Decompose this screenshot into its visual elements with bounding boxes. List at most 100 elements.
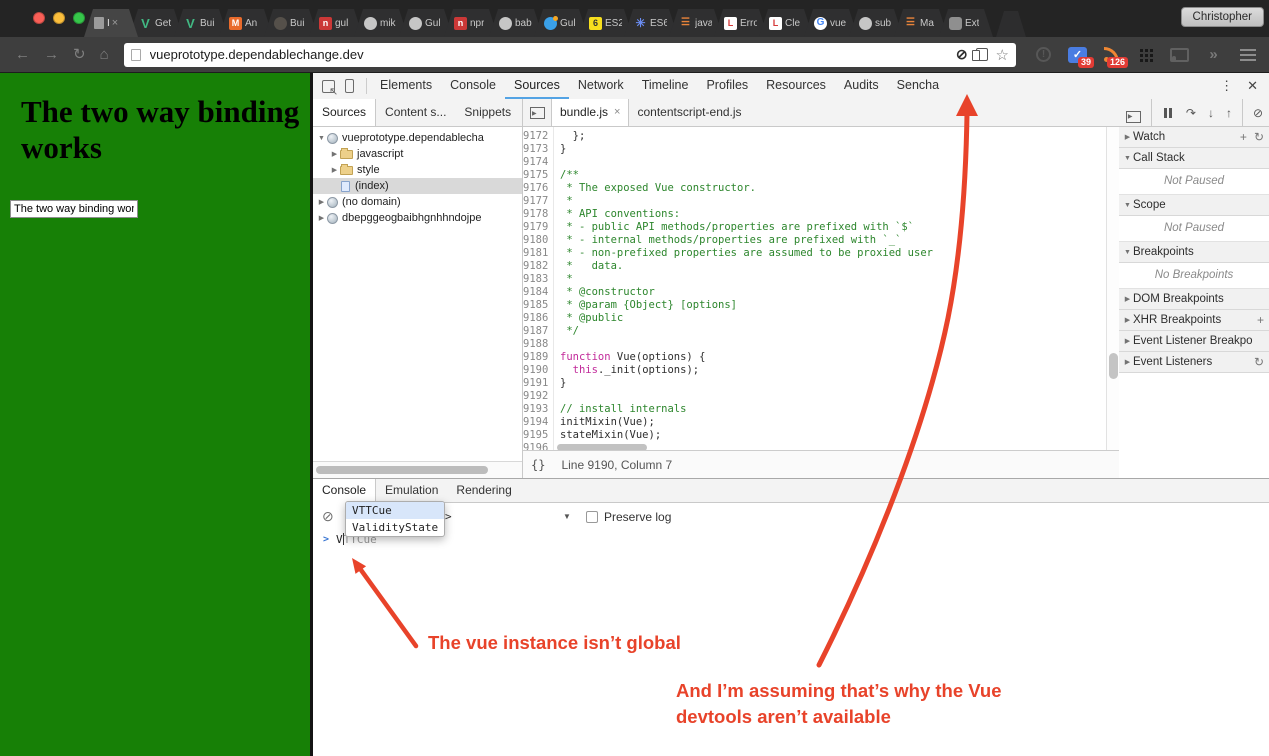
cast-icon[interactable] xyxy=(1170,47,1189,62)
vue-devtools-disabled-icon[interactable]: ⊘ xyxy=(956,46,968,63)
overflow-chevrons-icon[interactable]: » xyxy=(1209,46,1217,63)
devices-icon[interactable] xyxy=(971,48,988,61)
devtools-close-icon[interactable]: ✕ xyxy=(1247,78,1258,94)
browser-tab[interactable]: bab xyxy=(489,9,543,37)
preserve-log-option[interactable]: Preserve log xyxy=(586,510,671,524)
pane-header-breakpoints[interactable]: ▼ Breakpoints xyxy=(1119,242,1269,263)
browser-tab[interactable]: Gvue xyxy=(804,9,858,37)
browser-tab[interactable]: sub xyxy=(849,9,903,37)
device-mode-icon[interactable] xyxy=(345,79,354,93)
pane-header-xhr-breakpoints[interactable]: ▶ XHR Breakpoints + xyxy=(1119,310,1269,331)
editor-tab[interactable]: contentscript-end.js xyxy=(629,99,749,126)
browser-tab[interactable]: V Bui xyxy=(174,9,228,37)
tree-item[interactable]: ▶ style xyxy=(313,162,522,178)
devtools-menu-icon[interactable]: ⋮ xyxy=(1220,78,1233,94)
browser-tab[interactable]: ☰ Ma xyxy=(894,9,948,37)
browser-tab[interactable]: 6 ES2 xyxy=(579,9,633,37)
line-number[interactable]: 9190 xyxy=(523,364,553,377)
url-field[interactable]: ⊘ ☆ xyxy=(123,42,1016,67)
console-prompt[interactable]: > V TTCue xyxy=(313,530,1269,548)
step-out-icon[interactable]: ↑ xyxy=(1226,107,1232,119)
devtools-tab-elements[interactable]: Elements xyxy=(371,73,441,99)
step-over-icon[interactable]: ↷ xyxy=(1186,107,1196,119)
browser-tab[interactable]: Gul xyxy=(534,9,588,37)
line-number[interactable]: 9187 xyxy=(523,325,553,338)
drawer-tab-rendering[interactable]: Rendering xyxy=(447,479,520,502)
line-number[interactable]: 9186 xyxy=(523,312,553,325)
tree-item[interactable]: ▶ (no domain) xyxy=(313,194,522,210)
devtools-tab-audits[interactable]: Audits xyxy=(835,73,888,99)
show-drawer-panel-icon[interactable]: ▶ xyxy=(1125,110,1141,123)
browser-tab[interactable]: mik xyxy=(354,9,408,37)
line-number[interactable]: 9185 xyxy=(523,299,553,312)
page-text-input[interactable] xyxy=(10,199,138,218)
close-window-icon[interactable] xyxy=(33,12,45,24)
browser-tab[interactable]: ✳ ES6 xyxy=(624,9,678,37)
back-icon[interactable]: ← xyxy=(15,47,30,62)
pretty-print-icon[interactable]: {} xyxy=(531,458,545,472)
line-number[interactable]: 9194 xyxy=(523,416,553,429)
line-number[interactable]: 9183 xyxy=(523,273,553,286)
browser-tab[interactable]: n npr xyxy=(444,9,498,37)
line-number[interactable]: 9184 xyxy=(523,286,553,299)
navigator-hscrollbar[interactable] xyxy=(313,461,522,478)
tree-item[interactable]: (index) xyxy=(313,178,522,194)
editor-hscrollbar-thumb[interactable] xyxy=(557,444,647,450)
devtools-tab-sources[interactable]: Sources xyxy=(504,73,569,99)
line-number[interactable]: 9172 xyxy=(523,130,553,143)
pane-header-watch[interactable]: ▶ Watch + ↻ xyxy=(1119,127,1269,148)
browser-tab[interactable]: Gul xyxy=(399,9,453,37)
tab-close-icon[interactable]: × xyxy=(112,17,118,29)
tree-item[interactable]: ▶ dbepggeogbaibhgnhhndojpe xyxy=(313,210,522,226)
home-icon[interactable]: ⌂ xyxy=(100,47,109,62)
line-number[interactable]: 9188 xyxy=(523,338,553,351)
line-number[interactable]: 9196 xyxy=(523,442,553,450)
devtools-tab-sencha[interactable]: Sencha xyxy=(888,73,948,99)
pause-script-icon[interactable] xyxy=(1163,107,1172,118)
editor-tab[interactable]: bundle.js × xyxy=(551,99,630,126)
drawer-tab-console[interactable]: Console xyxy=(313,479,377,503)
devtools-tab-console[interactable]: Console xyxy=(441,73,505,99)
line-number[interactable]: 9193 xyxy=(523,403,553,416)
pane-header-scope[interactable]: ▼ Scope xyxy=(1119,195,1269,216)
forward-icon[interactable]: → xyxy=(44,47,59,62)
line-number[interactable]: 9189 xyxy=(523,351,553,364)
drawer-tab-emulation[interactable]: Emulation xyxy=(376,479,447,502)
navigator-tab-sources[interactable]: Sources xyxy=(313,99,377,126)
code-viewport[interactable]: 9172 }; 9173} 9174 9175/** 9176 * The expose… xyxy=(523,127,1119,450)
bookmark-star-icon[interactable]: ☆ xyxy=(996,46,1009,64)
address-input[interactable] xyxy=(147,46,948,63)
line-number[interactable]: 9173 xyxy=(523,143,553,156)
pane-header-call-stack[interactable]: ▼ Call Stack xyxy=(1119,148,1269,169)
tab-close-icon[interactable]: × xyxy=(614,99,620,126)
browser-tab[interactable]: Bui xyxy=(264,9,318,37)
show-navigator-icon[interactable]: ▶ xyxy=(530,107,545,119)
reload-icon[interactable]: ↻ xyxy=(73,47,86,62)
line-number[interactable]: 9195 xyxy=(523,429,553,442)
editor-vscrollbar[interactable] xyxy=(1106,127,1119,450)
tree-item[interactable]: ▶ javascript xyxy=(313,146,522,162)
line-number[interactable]: 9177 xyxy=(523,195,553,208)
tree-item[interactable]: ▼ vueprototype.dependablecha xyxy=(313,130,522,146)
profile-button[interactable]: Christopher xyxy=(1180,7,1264,27)
navigator-tab-snippets[interactable]: Snippets xyxy=(455,99,520,126)
refresh-icon[interactable]: ↻ xyxy=(1254,131,1264,143)
line-number[interactable]: 9181 xyxy=(523,247,553,260)
pane-header-event-listener-breakpo[interactable]: ▶ Event Listener Breakpo xyxy=(1119,331,1269,352)
autocomplete-item[interactable]: VTTCue xyxy=(346,502,444,519)
menu-icon[interactable] xyxy=(1239,48,1256,61)
refresh-icon[interactable]: ↻ xyxy=(1254,356,1264,368)
browser-tab[interactable]: n gul xyxy=(309,9,363,37)
inspect-element-icon[interactable] xyxy=(322,79,335,93)
line-number[interactable]: 9191 xyxy=(523,377,553,390)
plus-icon[interactable]: + xyxy=(1257,314,1264,326)
deactivate-breakpoints-icon[interactable]: ⊘ xyxy=(1253,107,1263,119)
line-number[interactable]: 9180 xyxy=(523,234,553,247)
plus-icon[interactable]: + xyxy=(1240,131,1247,143)
rss-extension[interactable]: 126 xyxy=(1102,46,1128,68)
line-number[interactable]: 9178 xyxy=(523,208,553,221)
dialpad-icon[interactable] xyxy=(1140,49,1143,52)
clear-console-icon[interactable]: ⊘ xyxy=(322,508,334,525)
info-extension-icon[interactable]: ! xyxy=(1036,47,1051,62)
autocomplete-item[interactable]: ValidityState xyxy=(346,519,444,536)
